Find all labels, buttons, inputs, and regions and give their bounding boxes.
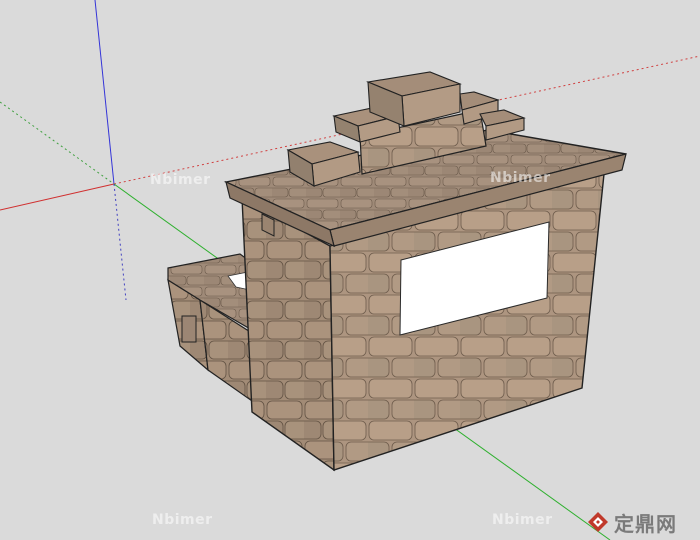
watermark-text: Nbimer (150, 172, 211, 188)
diamond-logo-icon (588, 512, 608, 532)
stone-structure-model[interactable] (167, 71, 627, 472)
watermark-text: Nbimer (152, 512, 213, 528)
green-axis-dotted (0, 101, 115, 185)
site-logo: 定鼎网 (586, 508, 698, 536)
wing-latch (181, 315, 197, 343)
watermark-text: Nbimer (490, 170, 551, 186)
red-axis-line (0, 183, 115, 211)
modeling-viewport[interactable]: Nbimer Nbimer Nbimer Nbimer 定鼎网 (0, 0, 700, 540)
watermark-text: Nbimer (492, 512, 553, 528)
scene-canvas[interactable] (0, 0, 700, 540)
blue-axis-dotted (113, 183, 127, 301)
logo-text: 定鼎网 (614, 511, 677, 536)
blue-axis-line (94, 0, 115, 185)
